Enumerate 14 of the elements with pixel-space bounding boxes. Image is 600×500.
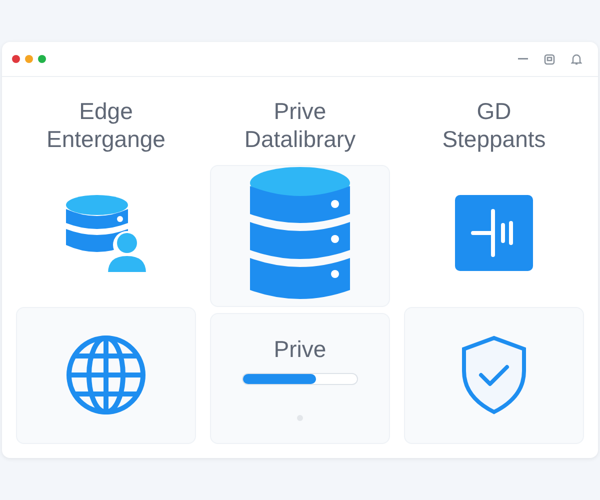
window-button[interactable]	[25, 55, 33, 63]
bell-icon[interactable]	[571, 53, 582, 65]
window-button[interactable]	[38, 55, 46, 63]
section-title: Prive Datalibrary	[243, 97, 357, 153]
window-button[interactable]	[12, 55, 20, 63]
section-title: GD Steppants	[441, 97, 547, 153]
shield-check-icon	[460, 335, 528, 416]
section-title: Edge Entergange	[46, 97, 166, 153]
minimize-icon[interactable]	[518, 58, 528, 60]
card-label: Prive	[274, 336, 326, 363]
screenshot-icon[interactable]	[544, 54, 555, 64]
database-user-icon	[63, 192, 149, 273]
audio-wave-icon	[455, 194, 533, 271]
globe-icon	[65, 334, 147, 416]
